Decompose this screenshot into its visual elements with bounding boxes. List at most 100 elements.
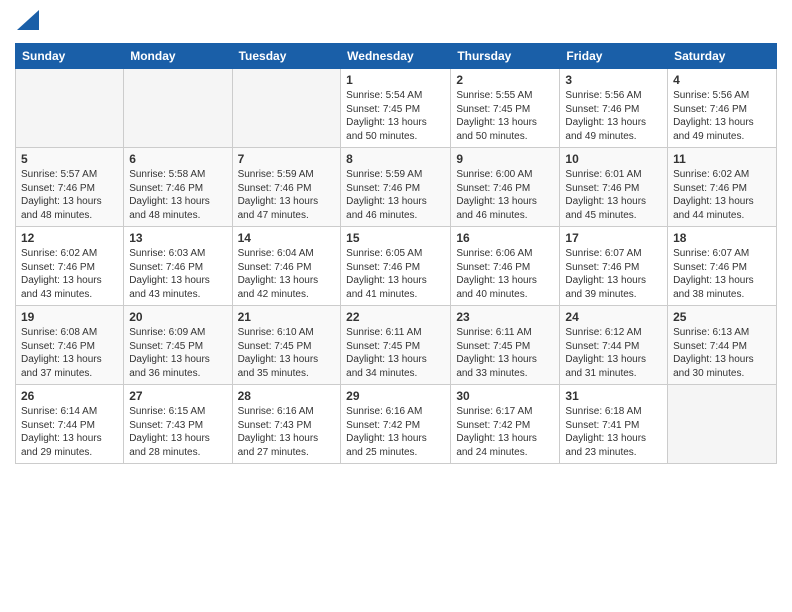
page-container: SundayMondayTuesdayWednesdayThursdayFrid… bbox=[0, 0, 792, 479]
day-info-text: Sunrise: 5:56 AMSunset: 7:46 PMDaylight:… bbox=[673, 89, 771, 143]
calendar-day-12: 12Sunrise: 6:02 AMSunset: 7:46 PMDayligh… bbox=[16, 227, 124, 306]
calendar-week-row: 5 Sunrise: 5:57 AMSunset: 7:46 PMDaylight… bbox=[16, 148, 777, 227]
day-number: 21 bbox=[238, 310, 336, 324]
day-info-text: Sunrise: 6:17 AMSunset: 7:42 PMDaylight:… bbox=[456, 405, 554, 459]
logo bbox=[15, 10, 39, 35]
calendar-day-28: 28 Sunrise: 6:16 AMSunset: 7:43 PMDayligh… bbox=[232, 385, 341, 464]
calendar-day-10: 10Sunrise: 6:01 AMSunset: 7:46 PMDayligh… bbox=[560, 148, 668, 227]
day-info-text: Sunrise: 6:10 AMSunset: 7:45 PMDaylight:… bbox=[238, 326, 336, 380]
day-info-text: Sunrise: 5:54 AMSunset: 7:45 PMDaylight:… bbox=[346, 89, 445, 143]
day-number: 13 bbox=[129, 231, 226, 245]
day-info-text: Sunrise: 5:55 AMSunset: 7:45 PMDaylight:… bbox=[456, 89, 554, 143]
calendar-empty-cell bbox=[16, 69, 124, 148]
day-number: 23 bbox=[456, 310, 554, 324]
day-number: 4 bbox=[673, 73, 771, 87]
day-number: 29 bbox=[346, 389, 445, 403]
calendar-day-24: 24Sunrise: 6:12 AMSunset: 7:44 PMDayligh… bbox=[560, 306, 668, 385]
calendar-day-1: 1 Sunrise: 5:54 AMSunset: 7:45 PMDaylight… bbox=[341, 69, 451, 148]
header-day-thursday: Thursday bbox=[451, 44, 560, 69]
day-info-text: Sunrise: 6:16 AMSunset: 7:42 PMDaylight:… bbox=[346, 405, 445, 459]
calendar-day-30: 30 Sunrise: 6:17 AMSunset: 7:42 PMDayligh… bbox=[451, 385, 560, 464]
day-number: 9 bbox=[456, 152, 554, 166]
day-number: 15 bbox=[346, 231, 445, 245]
calendar-week-row: 19 Sunrise: 6:08 AMSunset: 7:46 PMDayligh… bbox=[16, 306, 777, 385]
day-number: 1 bbox=[346, 73, 445, 87]
calendar-day-15: 15Sunrise: 6:05 AMSunset: 7:46 PMDayligh… bbox=[341, 227, 451, 306]
day-info-text: Sunrise: 6:18 AMSunset: 7:41 PMDaylight:… bbox=[565, 405, 662, 459]
day-number: 12 bbox=[21, 231, 118, 245]
day-number: 24 bbox=[565, 310, 662, 324]
day-number: 19 bbox=[21, 310, 118, 324]
day-info-text: Sunrise: 6:16 AMSunset: 7:43 PMDaylight:… bbox=[238, 405, 336, 459]
day-number: 3 bbox=[565, 73, 662, 87]
calendar-empty-cell bbox=[668, 385, 777, 464]
header-day-monday: Monday bbox=[124, 44, 232, 69]
day-number: 27 bbox=[129, 389, 226, 403]
day-info-text: Sunrise: 6:01 AMSunset: 7:46 PMDaylight:… bbox=[565, 168, 662, 222]
header-day-saturday: Saturday bbox=[668, 44, 777, 69]
day-number: 31 bbox=[565, 389, 662, 403]
day-info-text: Sunrise: 6:11 AMSunset: 7:45 PMDaylight:… bbox=[346, 326, 445, 380]
day-info-text: Sunrise: 5:56 AMSunset: 7:46 PMDaylight:… bbox=[565, 89, 662, 143]
calendar-week-row: 1 Sunrise: 5:54 AMSunset: 7:45 PMDaylight… bbox=[16, 69, 777, 148]
calendar-header-row: SundayMondayTuesdayWednesdayThursdayFrid… bbox=[16, 44, 777, 69]
calendar-day-3: 3 Sunrise: 5:56 AMSunset: 7:46 PMDaylight… bbox=[560, 69, 668, 148]
day-number: 28 bbox=[238, 389, 336, 403]
day-number: 11 bbox=[673, 152, 771, 166]
day-info-text: Sunrise: 5:57 AMSunset: 7:46 PMDaylight:… bbox=[21, 168, 118, 222]
day-number: 5 bbox=[21, 152, 118, 166]
calendar-day-17: 17Sunrise: 6:07 AMSunset: 7:46 PMDayligh… bbox=[560, 227, 668, 306]
day-number: 26 bbox=[21, 389, 118, 403]
day-number: 25 bbox=[673, 310, 771, 324]
calendar-day-21: 21 Sunrise: 6:10 AMSunset: 7:45 PMDayligh… bbox=[232, 306, 341, 385]
calendar-empty-cell bbox=[124, 69, 232, 148]
day-info-text: Sunrise: 6:13 AMSunset: 7:44 PMDaylight:… bbox=[673, 326, 771, 380]
header-day-wednesday: Wednesday bbox=[341, 44, 451, 69]
day-info-text: Sunrise: 6:08 AMSunset: 7:46 PMDaylight:… bbox=[21, 326, 118, 380]
calendar-day-2: 2 Sunrise: 5:55 AMSunset: 7:45 PMDaylight… bbox=[451, 69, 560, 148]
calendar-day-27: 27 Sunrise: 6:15 AMSunset: 7:43 PMDayligh… bbox=[124, 385, 232, 464]
day-info-text: Sunrise: 5:59 AMSunset: 7:46 PMDaylight:… bbox=[346, 168, 445, 222]
day-number: 18 bbox=[673, 231, 771, 245]
calendar-day-25: 25 Sunrise: 6:13 AMSunset: 7:44 PMDayligh… bbox=[668, 306, 777, 385]
day-info-text: Sunrise: 5:58 AMSunset: 7:46 PMDaylight:… bbox=[129, 168, 226, 222]
calendar-day-13: 13Sunrise: 6:03 AMSunset: 7:46 PMDayligh… bbox=[124, 227, 232, 306]
day-number: 20 bbox=[129, 310, 226, 324]
calendar-day-20: 20 Sunrise: 6:09 AMSunset: 7:45 PMDayligh… bbox=[124, 306, 232, 385]
calendar-day-26: 26 Sunrise: 6:14 AMSunset: 7:44 PMDayligh… bbox=[16, 385, 124, 464]
page-header bbox=[15, 10, 777, 35]
day-info-text: Sunrise: 6:04 AMSunset: 7:46 PMDaylight:… bbox=[238, 247, 336, 301]
calendar-day-19: 19 Sunrise: 6:08 AMSunset: 7:46 PMDayligh… bbox=[16, 306, 124, 385]
day-info-text: Sunrise: 6:00 AMSunset: 7:46 PMDaylight:… bbox=[456, 168, 554, 222]
day-info-text: Sunrise: 6:09 AMSunset: 7:45 PMDaylight:… bbox=[129, 326, 226, 380]
calendar-day-7: 7 Sunrise: 5:59 AMSunset: 7:46 PMDaylight… bbox=[232, 148, 341, 227]
day-number: 6 bbox=[129, 152, 226, 166]
day-number: 7 bbox=[238, 152, 336, 166]
day-info-text: Sunrise: 6:06 AMSunset: 7:46 PMDaylight:… bbox=[456, 247, 554, 301]
calendar-table: SundayMondayTuesdayWednesdayThursdayFrid… bbox=[15, 43, 777, 464]
day-info-text: Sunrise: 6:07 AMSunset: 7:46 PMDaylight:… bbox=[565, 247, 662, 301]
calendar-day-31: 31 Sunrise: 6:18 AMSunset: 7:41 PMDayligh… bbox=[560, 385, 668, 464]
header-day-friday: Friday bbox=[560, 44, 668, 69]
header-day-sunday: Sunday bbox=[16, 44, 124, 69]
day-info-text: Sunrise: 6:15 AMSunset: 7:43 PMDaylight:… bbox=[129, 405, 226, 459]
day-number: 30 bbox=[456, 389, 554, 403]
calendar-day-29: 29 Sunrise: 6:16 AMSunset: 7:42 PMDayligh… bbox=[341, 385, 451, 464]
day-info-text: Sunrise: 6:07 AMSunset: 7:46 PMDaylight:… bbox=[673, 247, 771, 301]
calendar-empty-cell bbox=[232, 69, 341, 148]
calendar-week-row: 26 Sunrise: 6:14 AMSunset: 7:44 PMDayligh… bbox=[16, 385, 777, 464]
day-info-text: Sunrise: 6:11 AMSunset: 7:45 PMDaylight:… bbox=[456, 326, 554, 380]
logo-arrow-icon bbox=[17, 10, 39, 30]
calendar-day-11: 11Sunrise: 6:02 AMSunset: 7:46 PMDayligh… bbox=[668, 148, 777, 227]
calendar-day-8: 8 Sunrise: 5:59 AMSunset: 7:46 PMDaylight… bbox=[341, 148, 451, 227]
calendar-week-row: 12Sunrise: 6:02 AMSunset: 7:46 PMDayligh… bbox=[16, 227, 777, 306]
day-number: 8 bbox=[346, 152, 445, 166]
day-number: 16 bbox=[456, 231, 554, 245]
calendar-day-18: 18 Sunrise: 6:07 AMSunset: 7:46 PMDayligh… bbox=[668, 227, 777, 306]
day-info-text: Sunrise: 5:59 AMSunset: 7:46 PMDaylight:… bbox=[238, 168, 336, 222]
calendar-day-22: 22Sunrise: 6:11 AMSunset: 7:45 PMDayligh… bbox=[341, 306, 451, 385]
calendar-day-14: 14 Sunrise: 6:04 AMSunset: 7:46 PMDayligh… bbox=[232, 227, 341, 306]
day-number: 14 bbox=[238, 231, 336, 245]
day-number: 2 bbox=[456, 73, 554, 87]
day-info-text: Sunrise: 6:14 AMSunset: 7:44 PMDaylight:… bbox=[21, 405, 118, 459]
